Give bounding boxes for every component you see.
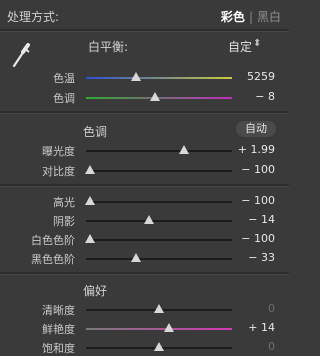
whites-label: 白色色阶 [31,234,75,247]
contrast-label: 对比度 [42,165,75,178]
shadows-label: 阴影 [53,215,75,228]
shadows-slider[interactable] [86,220,232,222]
blacks-value[interactable]: − 33 [225,251,275,264]
temp-value[interactable]: 5259 [225,70,275,83]
mode-divider: | [248,10,253,24]
highlights-knob[interactable] [85,196,96,205]
divider [0,272,289,275]
highlights-value[interactable]: − 100 [225,194,275,207]
tint-value[interactable]: − 8 [225,90,275,103]
saturation-value[interactable]: 0 [225,340,275,353]
white-balance-label: 白平衡: [88,40,129,54]
basic-panel: 处理方式: 彩色 | 黑白 白平衡: 自定 ⬍ 色温 5259 色调 − 8 色调 … [0,0,289,355]
treatment-label: 处理方式: [7,10,60,24]
vibrance-label: 鲜艳度 [42,323,75,336]
eyedropper-icon[interactable] [11,39,33,69]
exposure-slider[interactable] [86,150,232,152]
exposure-value[interactable]: + 1.99 [225,143,275,156]
blacks-label: 黑色色阶 [31,253,75,266]
shadows-value[interactable]: − 14 [225,213,275,226]
saturation-knob[interactable] [154,342,164,351]
vibrance-slider[interactable] [86,328,232,330]
vibrance-knob[interactable] [164,323,175,332]
bw-mode-button[interactable]: 黑白 [257,10,281,24]
white-balance-select[interactable]: 自定 [228,38,252,55]
auto-button[interactable]: 自动 [236,121,276,137]
panel-header: 处理方式: 彩色 | 黑白 [0,0,289,30]
tint-label: 色调 [53,92,75,105]
clarity-value[interactable]: 0 [225,302,275,315]
vibrance-value[interactable]: + 14 [225,321,275,334]
temp-knob[interactable] [130,72,141,81]
clarity-label: 清晰度 [42,304,75,317]
color-mode-button[interactable]: 彩色 [221,10,245,24]
treatment-switch: 彩色 | 黑白 [221,8,281,25]
divider [0,29,289,32]
updown-chevron-icon[interactable]: ⬍ [253,38,261,49]
presence-title: 偏好 [83,284,108,298]
tint-knob[interactable] [149,92,160,101]
contrast-knob[interactable] [85,165,96,174]
tone-title: 色调 [83,125,108,139]
contrast-value[interactable]: − 100 [225,163,275,176]
blacks-knob[interactable] [130,253,141,262]
exposure-knob[interactable] [178,145,189,154]
blacks-slider[interactable] [86,258,232,260]
clarity-knob[interactable] [154,304,164,313]
divider [0,111,289,114]
highlights-label: 高光 [53,196,75,209]
shadows-knob[interactable] [143,215,154,224]
whites-slider[interactable] [86,239,232,241]
temp-label: 色温 [53,72,75,85]
highlights-slider[interactable] [86,201,232,203]
saturation-label: 饱和度 [42,342,75,355]
whites-knob[interactable] [85,234,96,243]
whites-value[interactable]: − 100 [225,232,275,245]
contrast-slider[interactable] [86,170,232,172]
temp-slider[interactable] [86,77,232,79]
exposure-label: 曝光度 [42,145,75,158]
divider [0,184,289,187]
